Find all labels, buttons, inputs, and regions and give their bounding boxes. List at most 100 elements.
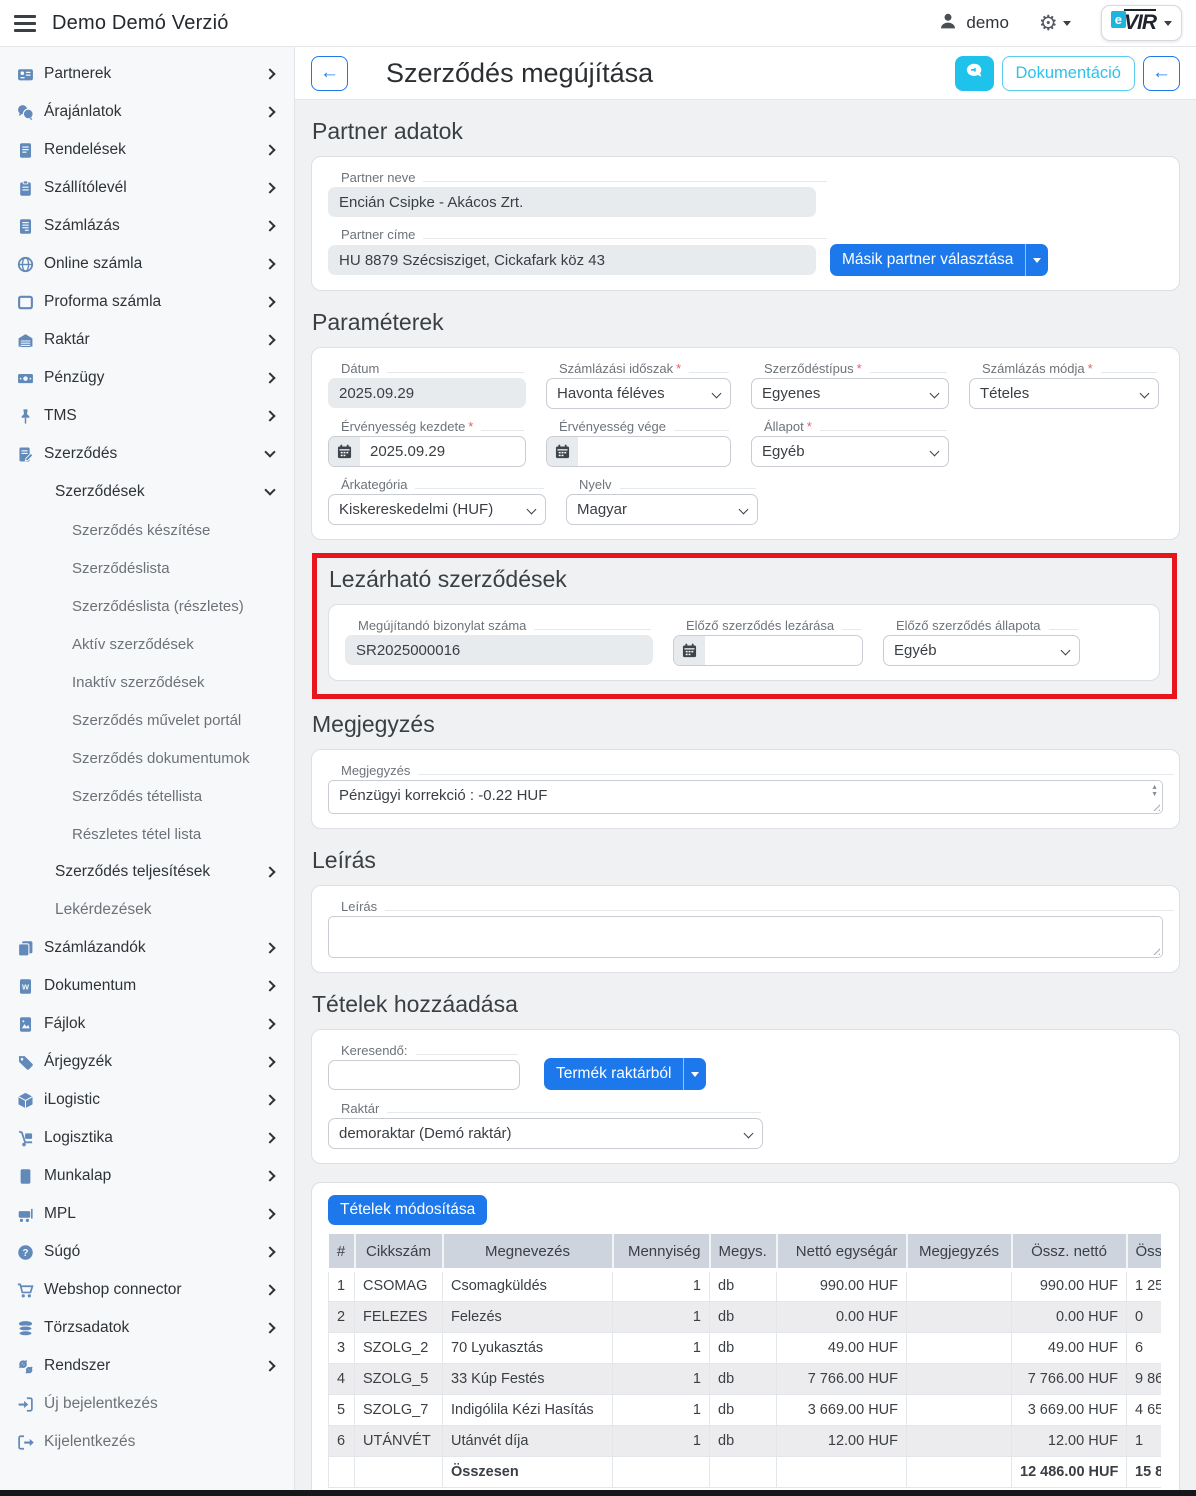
- description-textarea[interactable]: [328, 916, 1163, 958]
- table-cell: 1: [329, 1270, 355, 1301]
- hamburger-menu-icon[interactable]: [14, 15, 36, 32]
- table-cell: 1 25: [1127, 1270, 1162, 1301]
- billing-period-select[interactable]: Havonta féléves: [546, 378, 731, 409]
- language-select[interactable]: Magyar: [566, 494, 758, 525]
- sidebar-item[interactable]: Rendelések: [0, 131, 294, 169]
- sidebar-item[interactable]: Szerződés művelet portál: [0, 701, 294, 739]
- sidebar-item[interactable]: Részletes tétel lista: [0, 815, 294, 853]
- price-category-select[interactable]: Kiskereskedelmi (HUF): [328, 494, 546, 525]
- sidebar-item[interactable]: Raktár: [0, 321, 294, 359]
- sidebar-item[interactable]: Szerződés teljesítések: [0, 853, 294, 891]
- sidebar-item[interactable]: wDokumentum: [0, 967, 294, 1005]
- sidebar-item[interactable]: Szerződés dokumentumok: [0, 739, 294, 777]
- table-row[interactable]: 4SZOLG_533 Kúp Festés1db7 766.00 HUF7 76…: [329, 1363, 1162, 1394]
- sidebar-item[interactable]: Kijelentkezés: [0, 1423, 294, 1461]
- sidebar-item[interactable]: TMS: [0, 397, 294, 435]
- column-header: Megnevezés: [443, 1234, 613, 1270]
- spinner-arrows-icon[interactable]: ▲▼: [1151, 784, 1158, 798]
- sidebar-item-label: Kijelentkezés: [44, 1433, 135, 1451]
- chevron-down-icon: [1061, 646, 1071, 656]
- sidebar-item[interactable]: Szerződéslista (részletes): [0, 587, 294, 625]
- question-circle-icon: ?: [16, 1243, 34, 1261]
- sidebar-item[interactable]: Rendszer: [0, 1347, 294, 1385]
- warehouse-icon: [16, 331, 34, 349]
- sidebar-item[interactable]: Szállítólevél: [0, 169, 294, 207]
- sidebar-item[interactable]: ?Súgó: [0, 1233, 294, 1271]
- sidebar-item[interactable]: Szerződés tétellista: [0, 777, 294, 815]
- previous-contract-status-select[interactable]: Egyéb: [883, 635, 1080, 666]
- sidebar-item[interactable]: Számlázás: [0, 207, 294, 245]
- sidebar-item[interactable]: MPL: [0, 1195, 294, 1233]
- sidebar-item[interactable]: Szerződések: [0, 473, 294, 511]
- shopping-cart-icon: [16, 1281, 34, 1299]
- sidebar-item-label: Szerződés: [44, 445, 117, 463]
- sidebar-item[interactable]: Inaktív szerződések: [0, 663, 294, 701]
- table-row[interactable]: 6UTÁNVÉTUtánvét díja1db12.00 HUF12.00 HU…: [329, 1425, 1162, 1456]
- sidebar-item[interactable]: Online számla: [0, 245, 294, 283]
- sidebar-item[interactable]: iLogistic: [0, 1081, 294, 1119]
- contract-type-label: Szerződéstípus: [764, 361, 854, 376]
- chevron-right-icon: [264, 1208, 275, 1219]
- sidebar-item[interactable]: Pénzügy: [0, 359, 294, 397]
- sidebar-item[interactable]: Szerződés készítése: [0, 511, 294, 549]
- search-input[interactable]: [328, 1060, 520, 1090]
- calendar-icon[interactable]: [674, 636, 705, 665]
- comment-label: Megjegyzés: [341, 763, 410, 778]
- clipboard-icon: [16, 179, 34, 197]
- word-doc-icon: w: [16, 977, 34, 995]
- validity-start-field[interactable]: 2025.09.29: [328, 436, 526, 467]
- evir-logo-menu[interactable]: e VIR: [1101, 5, 1182, 41]
- sidebar-item[interactable]: Számlázandók: [0, 929, 294, 967]
- sidebar-item[interactable]: Partnerek: [0, 55, 294, 93]
- feedback-chat-button[interactable]: [955, 56, 994, 91]
- table-row[interactable]: 5SZOLG_7Indigólila Kézi Hasítás1db3 669.…: [329, 1394, 1162, 1425]
- sidebar-item[interactable]: Árjegyzék: [0, 1043, 294, 1081]
- resize-handle[interactable]: [1150, 945, 1160, 955]
- sidebar-item[interactable]: Új bejelentkezés: [0, 1385, 294, 1423]
- previous-contract-close-field[interactable]: [673, 635, 863, 666]
- caret-down-icon: [1063, 21, 1071, 30]
- change-partner-dropdown[interactable]: [1025, 244, 1048, 276]
- sidebar-item[interactable]: Lekérdezések: [0, 891, 294, 929]
- renewal-document-number-field: SR2025000016: [345, 635, 653, 665]
- sidebar-item[interactable]: Proforma számla: [0, 283, 294, 321]
- documentation-button[interactable]: Dokumentáció: [1002, 56, 1135, 91]
- required-marker: *: [857, 361, 862, 376]
- calendar-icon[interactable]: [329, 437, 360, 466]
- table-row[interactable]: 1CSOMAGCsomagküldés1db990.00 HUF990.00 H…: [329, 1270, 1162, 1301]
- resize-handle[interactable]: [1150, 801, 1160, 811]
- sidebar-item[interactable]: Aktív szerződések: [0, 625, 294, 663]
- sidebar-item[interactable]: Törzsadatok: [0, 1309, 294, 1347]
- product-from-warehouse-dropdown[interactable]: [683, 1058, 706, 1090]
- sidebar-item[interactable]: Szerződés: [0, 435, 294, 473]
- table-cell: 1: [613, 1332, 710, 1363]
- previous-contract-status-label: Előző szerződés állapota: [896, 618, 1041, 633]
- sidebar-item[interactable]: Webshop connector: [0, 1271, 294, 1309]
- product-from-warehouse-button[interactable]: Termék raktárból: [544, 1058, 683, 1090]
- warehouse-select[interactable]: demoraktar (Demó raktár): [328, 1118, 763, 1149]
- modify-items-button[interactable]: Tételek módosítása: [328, 1195, 487, 1225]
- change-partner-button[interactable]: Másik partner választása: [830, 244, 1025, 276]
- calendar-icon[interactable]: [547, 437, 578, 466]
- billing-mode-select[interactable]: Tételes: [969, 378, 1159, 409]
- table-row[interactable]: 3SZOLG_270 Lyukasztás1db49.00 HUF49.00 H…: [329, 1332, 1162, 1363]
- sidebar-item[interactable]: Szerződéslista: [0, 549, 294, 587]
- sidebar-item[interactable]: Fájlok: [0, 1005, 294, 1043]
- sidebar-item-label: Partnerek: [44, 65, 111, 83]
- back-button[interactable]: ←: [311, 56, 348, 91]
- settings-menu[interactable]: ⚙: [1039, 13, 1071, 34]
- back-button-secondary[interactable]: ←: [1143, 56, 1180, 91]
- sidebar-item-label: Szerződéslista: [72, 560, 170, 577]
- table-cell: 7 766.00 HUF: [1012, 1363, 1127, 1394]
- user-menu[interactable]: demo: [939, 12, 1009, 35]
- validity-end-field[interactable]: [546, 436, 731, 467]
- sidebar-item[interactable]: Árajánlatok: [0, 93, 294, 131]
- billing-mode-label: Számlázás módja: [982, 361, 1085, 376]
- comment-textarea[interactable]: Pénzügyi korrekció : -0.22 HUF ▲▼: [328, 780, 1163, 814]
- sidebar-item[interactable]: Logisztika: [0, 1119, 294, 1157]
- contract-type-select[interactable]: Egyenes: [751, 378, 949, 409]
- table-row[interactable]: 2FELEZESFelezés1db0.00 HUF0.00 HUF0: [329, 1301, 1162, 1332]
- sidebar-item[interactable]: Munkalap: [0, 1157, 294, 1195]
- status-select[interactable]: Egyéb: [751, 436, 949, 467]
- table-cell: 1: [613, 1425, 710, 1456]
